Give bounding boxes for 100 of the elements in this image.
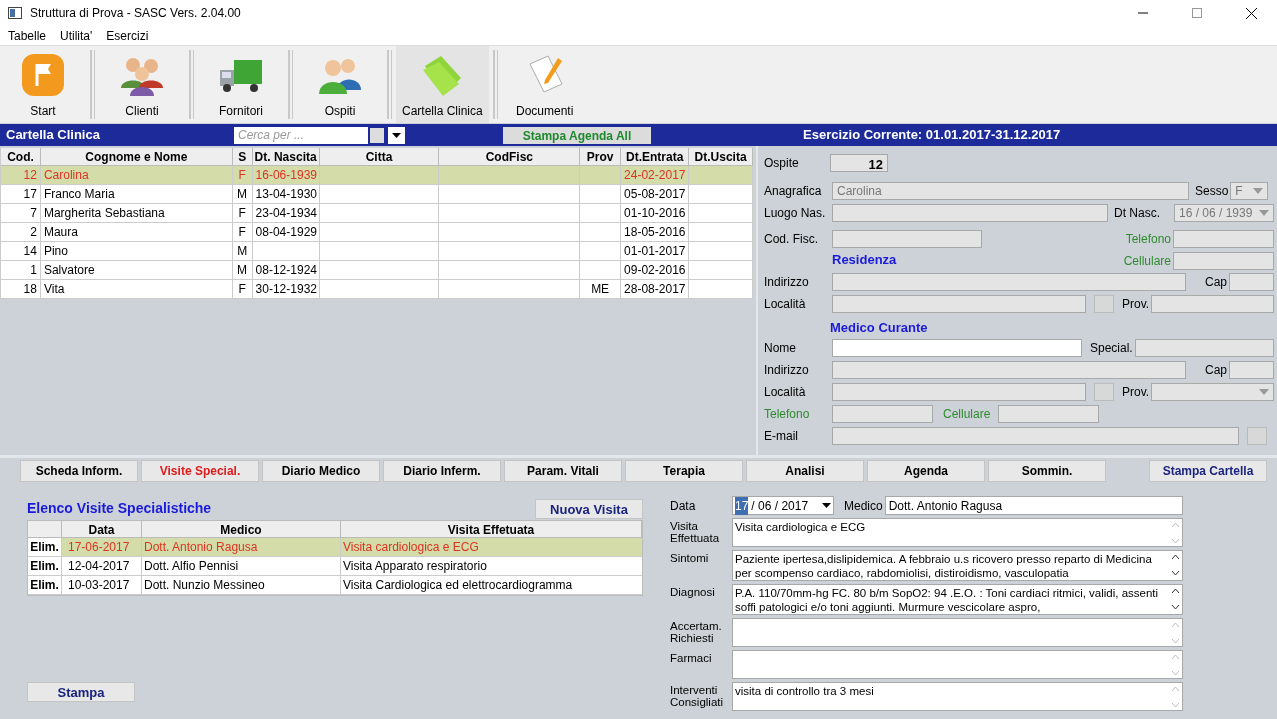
text-area[interactable] xyxy=(732,618,1183,647)
field-label: Telefono xyxy=(1125,231,1171,248)
table-cell: 10-03-2017 xyxy=(68,578,130,592)
table-row[interactable]: Elim. 12-04-2017 Dott. Alfio Pennisi Visita Apparato respiratorio xyxy=(28,557,642,576)
table-cell: M xyxy=(237,263,248,277)
search-field[interactable]: Cerca per ... xyxy=(234,126,368,144)
tab[interactable]: Sommin. xyxy=(988,460,1106,482)
lookup-button[interactable] xyxy=(1247,427,1267,445)
field-label: Telefono xyxy=(764,406,811,423)
menu-item[interactable]: Esercizi xyxy=(106,26,149,45)
tab[interactable]: Scheda Inform. xyxy=(20,460,138,482)
table-cell: Franco Maria xyxy=(43,187,115,201)
table-row[interactable]: Elim. 17-06-2017 Dott. Antonio Ragusa Visita cardiologica e ECG xyxy=(28,538,642,557)
field-label: Anagrafica xyxy=(764,183,823,200)
scroll-arrows-icon xyxy=(1171,587,1180,611)
tab[interactable]: Visite Special. xyxy=(141,460,259,482)
field-label: Ospite xyxy=(764,155,800,172)
table-row[interactable]: 7 Margherita Sebastiana F 23-04-1934 01-10-2016 xyxy=(1,204,753,223)
table-cell: F xyxy=(238,168,246,182)
text-area-content: Visita cardiologica e ECG xyxy=(735,521,866,533)
table-cell: 7 xyxy=(30,206,37,220)
dropdown-arrow-icon xyxy=(1259,389,1269,395)
list-title: Elenco Visite Specialistiche xyxy=(27,499,213,518)
field-label: Luogo Nas. xyxy=(764,205,827,222)
field-label: Prov. xyxy=(1122,384,1150,401)
text-area[interactable]: P.A. 110/70mm-hg FC. 80 b/m SopO2: 94 .E.O. : Toni cardiaci ritmici, validi, assenti soffi patologici e/o toni aggiunti. Murmure vescicolare aspro, xyxy=(732,584,1183,615)
field-label: Farmaci xyxy=(670,651,713,664)
table-row[interactable]: 18 Vita F 30-12-1932 ME 28-08-2017 xyxy=(1,280,753,299)
maximize-icon[interactable] xyxy=(1192,8,1202,18)
print-record-button[interactable]: Stampa Cartella xyxy=(1149,460,1267,482)
tab[interactable]: Diario Inferm. xyxy=(383,460,501,482)
dropdown-button[interactable] xyxy=(388,126,405,144)
lookup-button[interactable] xyxy=(1094,295,1114,313)
field-label: Sesso xyxy=(1195,183,1229,200)
field-label: Accertam. Richiesti xyxy=(670,619,723,644)
field-label: Indirizzo xyxy=(764,274,810,291)
close-icon[interactable] xyxy=(1246,7,1257,19)
toolbar-button[interactable]: Clienti xyxy=(99,46,185,123)
text-area[interactable]: Paziente ipertesa,dislipidemica. A febbraio u.s ricovero presso reparto di Medicina per scompenso cardiaco, rabdomiolisi, distiroidismo, vasculopatia xyxy=(732,550,1183,581)
table-cell: Dott. Alfio Pennisi xyxy=(144,559,239,573)
doctor-field[interactable]: Dott. Antonio Ragusa xyxy=(884,496,1183,515)
checkbox[interactable] xyxy=(370,127,384,143)
text-area[interactable] xyxy=(732,650,1183,679)
field-label: Special. xyxy=(1090,340,1133,357)
table-cell: 12 xyxy=(23,168,37,182)
app-icon xyxy=(8,7,22,19)
table-cell: F xyxy=(238,225,246,239)
toolbar-button[interactable]: Start xyxy=(0,46,86,123)
print-button[interactable]: Stampa xyxy=(27,682,135,702)
scroll-arrows-icon xyxy=(1171,653,1180,677)
table-cell: ME xyxy=(591,282,610,296)
doctor-name-field[interactable] xyxy=(832,339,1082,357)
toolbar-button[interactable]: Cartella Clinica xyxy=(396,46,489,123)
field-label: Località xyxy=(764,384,807,401)
table-row[interactable]: 14 Pino M 01-01-2017 xyxy=(1,242,753,261)
table-row[interactable]: 17 Franco Maria M 13-04-1930 05-08-2017 xyxy=(1,185,753,204)
tab[interactable]: Analisi xyxy=(746,460,864,482)
table-cell: 24-02-2017 xyxy=(624,168,686,182)
table-cell: Visita Apparato respiratorio xyxy=(343,559,487,573)
table-cell: Visita cardiologica e ECG xyxy=(343,540,479,554)
menu-item[interactable]: Utilita' xyxy=(60,26,93,45)
field-label: Cod. Fisc. xyxy=(764,231,819,248)
tab[interactable]: Agenda xyxy=(867,460,985,482)
dropdown-arrow-icon xyxy=(1253,188,1264,194)
table-row[interactable]: 2 Maura F 08-04-1929 18-05-2016 xyxy=(1,223,753,242)
field-label: Cellulare xyxy=(943,406,991,423)
toolbar-button[interactable]: Documenti xyxy=(501,46,588,123)
date-picker[interactable]: 17 / 06 / 2017 xyxy=(732,496,834,515)
tab[interactable]: Param. Vitali xyxy=(504,460,622,482)
table-cell: 18 xyxy=(23,282,37,296)
table-row[interactable]: 1 Salvatore M 08-12-1924 09-02-2016 xyxy=(1,261,753,280)
table-cell: 17 xyxy=(23,187,37,201)
table-cell: 18-05-2016 xyxy=(624,225,686,239)
tab[interactable]: Terapia xyxy=(625,460,743,482)
text-area[interactable]: Visita cardiologica e ECG xyxy=(732,518,1183,547)
table-cell: Margherita Sebastiana xyxy=(43,206,165,220)
toolbar-button[interactable]: Ospiti xyxy=(297,46,383,123)
text-area[interactable]: visita di controllo tra 3 mesi xyxy=(732,682,1183,711)
toolbar-button[interactable]: Fornitori xyxy=(198,46,284,123)
tab[interactable]: Diario Medico xyxy=(262,460,380,482)
exercise-period: Esercizio Corrente: 01.01.2017-31.12.2017 xyxy=(803,126,1061,145)
field-label: Interventi Consigliati xyxy=(670,683,725,708)
table-cell: F xyxy=(238,206,246,220)
menu-item[interactable]: Tabelle xyxy=(8,26,47,45)
section-heading: Residenza xyxy=(832,250,897,269)
scroll-arrows-icon xyxy=(1171,685,1180,709)
lookup-button[interactable] xyxy=(1094,383,1114,401)
field-label: Prov. xyxy=(1122,296,1150,313)
field-label: Località xyxy=(764,296,807,313)
table-cell: Dott. Nunzio Messineo xyxy=(144,578,265,592)
table-cell: F xyxy=(238,282,246,296)
table-cell: 14 xyxy=(23,244,37,258)
new-visit-button[interactable]: Nuova Visita xyxy=(535,499,643,519)
field-label: Medico xyxy=(844,497,883,515)
field-label: Sintomi xyxy=(670,551,710,564)
field-label: Cellulare xyxy=(1123,252,1171,270)
table-cell: 17-06-2017 xyxy=(68,540,130,554)
table-row[interactable]: Elim. 10-03-2017 Dott. Nunzio Messineo Visita Cardiologica ed elettrocardiogramma xyxy=(28,576,642,595)
section-title: Cartella Clinica xyxy=(5,126,101,145)
table-cell: Salvatore xyxy=(43,263,95,277)
